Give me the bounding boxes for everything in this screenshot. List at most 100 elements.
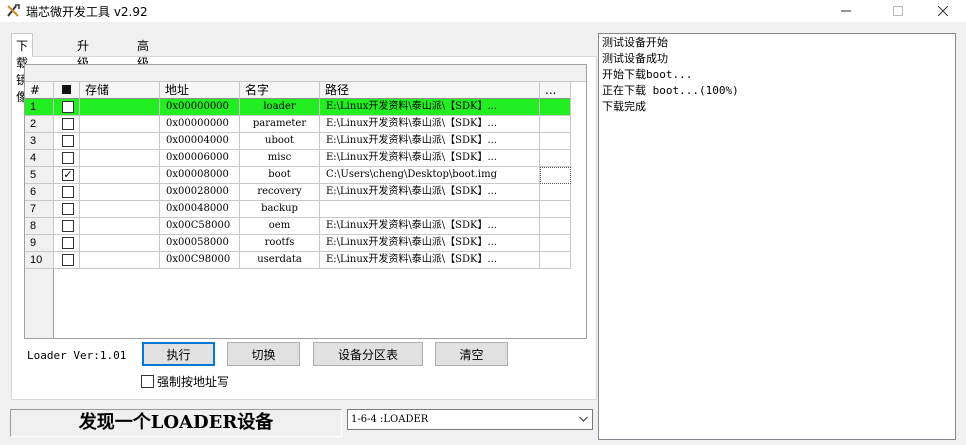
row-path[interactable]: E:\Linux开发资料\泰山派\【SDK】... <box>320 252 540 269</box>
row-checkbox[interactable] <box>62 101 74 113</box>
row-number: 5 <box>25 167 54 184</box>
row-path[interactable]: E:\Linux开发资料\泰山派\【SDK】... <box>320 133 540 150</box>
row-checkbox-cell[interactable] <box>54 150 80 167</box>
window-title: 瑞芯微开发工具 v2.92 <box>26 5 148 19</box>
row-checkbox[interactable] <box>62 135 74 147</box>
row-store[interactable] <box>80 150 160 167</box>
row-checkbox[interactable] <box>62 152 74 164</box>
maximize-button[interactable] <box>875 0 921 22</box>
table-row[interactable]: 4 0x00006000 misc E:\Linux开发资料\泰山派\【SDK】... <box>25 150 571 167</box>
partition-table-button[interactable]: 设备分区表 <box>313 342 423 366</box>
clear-button[interactable]: 清空 <box>435 342 508 366</box>
row-checkbox-cell[interactable] <box>54 218 80 235</box>
table-row[interactable]: 2 0x00000000 parameter E:\Linux开发资料\泰山派\【SD… <box>25 116 571 133</box>
row-checkbox[interactable] <box>62 203 74 215</box>
row-checkbox[interactable] <box>62 237 74 249</box>
row-store[interactable] <box>80 99 160 116</box>
row-store[interactable] <box>80 218 160 235</box>
switch-button[interactable]: 切换 <box>227 342 300 366</box>
row-address[interactable]: 0x00000000 <box>160 116 240 133</box>
table-row[interactable]: 3 0x00004000 uboot E:\Linux开发资料\泰山派\【SDK】..… <box>25 133 571 150</box>
row-name[interactable]: boot <box>240 167 320 184</box>
row-address[interactable]: 0x00048000 <box>160 201 240 218</box>
table-row[interactable]: 6 0x00028000 recovery E:\Linux开发资料\泰山派\【SDK… <box>25 184 571 201</box>
row-number: 3 <box>25 133 54 150</box>
row-store[interactable] <box>80 133 160 150</box>
row-browse-button[interactable] <box>540 218 571 235</box>
row-checkbox[interactable] <box>62 254 74 266</box>
tab-upgrade-firmware[interactable]: 升级固件 <box>73 34 93 104</box>
row-name[interactable]: loader <box>240 99 320 116</box>
row-browse-button[interactable] <box>540 150 571 167</box>
row-path[interactable]: E:\Linux开发资料\泰山派\【SDK】... <box>320 99 540 116</box>
row-browse-button[interactable] <box>540 201 571 218</box>
row-browse-button[interactable] <box>540 235 571 252</box>
row-checkbox-cell[interactable] <box>54 201 80 218</box>
row-store[interactable] <box>80 167 160 184</box>
row-checkbox[interactable] <box>62 186 74 198</box>
row-name[interactable]: misc <box>240 150 320 167</box>
row-store[interactable] <box>80 252 160 269</box>
row-address[interactable]: 0x00C58000 <box>160 218 240 235</box>
row-checkbox-cell[interactable] <box>54 184 80 201</box>
row-store[interactable] <box>80 184 160 201</box>
row-path[interactable]: E:\Linux开发资料\泰山派\【SDK】... <box>320 184 540 201</box>
row-address[interactable]: 0x00006000 <box>160 150 240 167</box>
row-checkbox-cell[interactable] <box>54 235 80 252</box>
table-row[interactable]: 10 0x00C98000 userdata E:\Linux开发资料\泰山派\【SD… <box>25 252 571 269</box>
row-browse-button[interactable] <box>540 116 571 133</box>
row-name[interactable]: recovery <box>240 184 320 201</box>
row-path[interactable] <box>320 201 540 218</box>
row-browse-button[interactable] <box>540 167 571 184</box>
row-address[interactable]: 0x00008000 <box>160 167 240 184</box>
row-browse-button[interactable] <box>540 99 571 116</box>
log-line: 正在下载 boot...(100%) <box>602 84 739 97</box>
row-name[interactable]: parameter <box>240 116 320 133</box>
close-button[interactable] <box>920 0 966 22</box>
row-store[interactable] <box>80 235 160 252</box>
row-store[interactable] <box>80 201 160 218</box>
force-by-address[interactable]: 强制按地址写 <box>141 373 229 389</box>
table-row[interactable]: 8 0x00C58000 oem E:\Linux开发资料\泰山派\【SDK】... <box>25 218 571 235</box>
row-path[interactable]: E:\Linux开发资料\泰山派\【SDK】... <box>320 150 540 167</box>
row-address[interactable]: 0x00C98000 <box>160 252 240 269</box>
row-browse-button[interactable] <box>540 252 571 269</box>
row-browse-button[interactable] <box>540 133 571 150</box>
select-all-checkbox[interactable] <box>62 85 71 94</box>
tab-download-image[interactable]: 下载镜像 <box>11 33 34 104</box>
row-store[interactable] <box>80 116 160 133</box>
row-checkbox-cell[interactable] <box>54 99 80 116</box>
row-name[interactable]: uboot <box>240 133 320 150</box>
force-by-address-checkbox[interactable] <box>141 374 154 388</box>
row-name[interactable]: rootfs <box>240 235 320 252</box>
row-checkbox-cell[interactable]: ✓ <box>54 167 80 184</box>
run-button[interactable]: 执行 <box>142 342 215 366</box>
row-address[interactable]: 0x00028000 <box>160 184 240 201</box>
row-checkbox-cell[interactable] <box>54 133 80 150</box>
minimize-button[interactable] <box>823 0 869 22</box>
row-address[interactable]: 0x00058000 <box>160 235 240 252</box>
row-checkbox[interactable] <box>62 220 74 232</box>
row-path[interactable]: E:\Linux开发资料\泰山派\【SDK】... <box>320 116 540 133</box>
row-browse-button[interactable] <box>540 184 571 201</box>
row-address[interactable]: 0x00004000 <box>160 133 240 150</box>
row-address[interactable]: 0x00000000 <box>160 99 240 116</box>
table-row[interactable]: 7 0x00048000 backup <box>25 201 571 218</box>
tab-advanced[interactable]: 高级功能 <box>133 34 153 104</box>
row-path[interactable]: E:\Linux开发资料\泰山派\【SDK】... <box>320 218 540 235</box>
row-path[interactable]: C:\Users\cheng\Desktop\boot.img <box>320 167 540 184</box>
row-checkbox-cell[interactable] <box>54 252 80 269</box>
row-name[interactable]: oem <box>240 218 320 235</box>
table-row[interactable]: 1 0x00000000 loader E:\Linux开发资料\泰山派\【SDK】.… <box>25 99 571 116</box>
row-checkbox[interactable] <box>62 118 74 130</box>
row-name[interactable]: backup <box>240 201 320 218</box>
row-checkbox[interactable]: ✓ <box>62 169 74 181</box>
table-row[interactable]: 9 0x00058000 rootfs E:\Linux开发资料\泰山派\【SDK】.… <box>25 235 571 252</box>
row-path[interactable]: E:\Linux开发资料\泰山派\【SDK】... <box>320 235 540 252</box>
log-output[interactable]: 测试设备开始 测试设备成功 开始下载boot... 正在下载 boot...(100%… <box>598 33 956 440</box>
row-checkbox-cell[interactable] <box>54 116 80 133</box>
table-row[interactable]: 5 ✓ 0x00008000 boot C:\Users\cheng\Desktop\b… <box>25 167 571 184</box>
row-name[interactable]: userdata <box>240 252 320 269</box>
device-select[interactable]: 1-6-4 :LOADER <box>347 409 593 430</box>
header-select-all[interactable] <box>54 82 80 99</box>
